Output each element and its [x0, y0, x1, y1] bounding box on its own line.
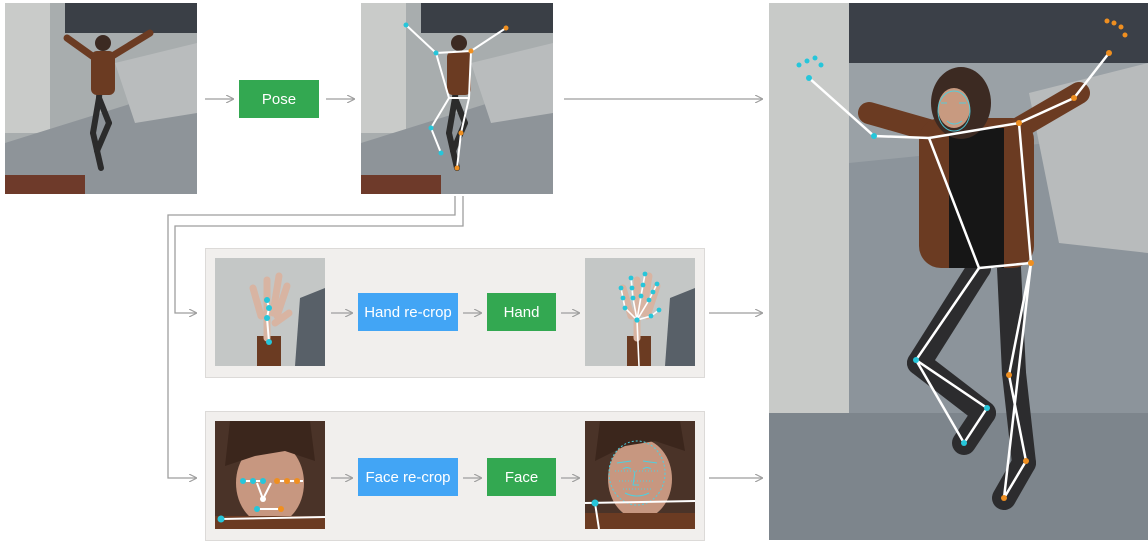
input-photo: [5, 3, 197, 194]
face-label: Face: [504, 468, 539, 486]
face-output-photo: [585, 421, 695, 529]
hand-label: Hand: [503, 303, 540, 321]
face-crop-photo: [215, 421, 325, 529]
hand-recrop-box: Hand re-crop: [358, 293, 458, 331]
hand-crop-photo: [215, 258, 325, 366]
final-output-photo: [769, 3, 1148, 540]
hand-recrop-label: Hand re-crop: [364, 303, 452, 321]
hand-model-box: Hand: [487, 293, 556, 331]
pose-model-box: Pose: [239, 80, 319, 118]
pose-label: Pose: [261, 90, 297, 108]
hand-output-photo: [585, 258, 695, 366]
pose-output-photo: [361, 3, 553, 194]
face-recrop-box: Face re-crop: [358, 458, 458, 496]
face-model-box: Face: [487, 458, 556, 496]
face-recrop-label: Face re-crop: [365, 468, 451, 486]
